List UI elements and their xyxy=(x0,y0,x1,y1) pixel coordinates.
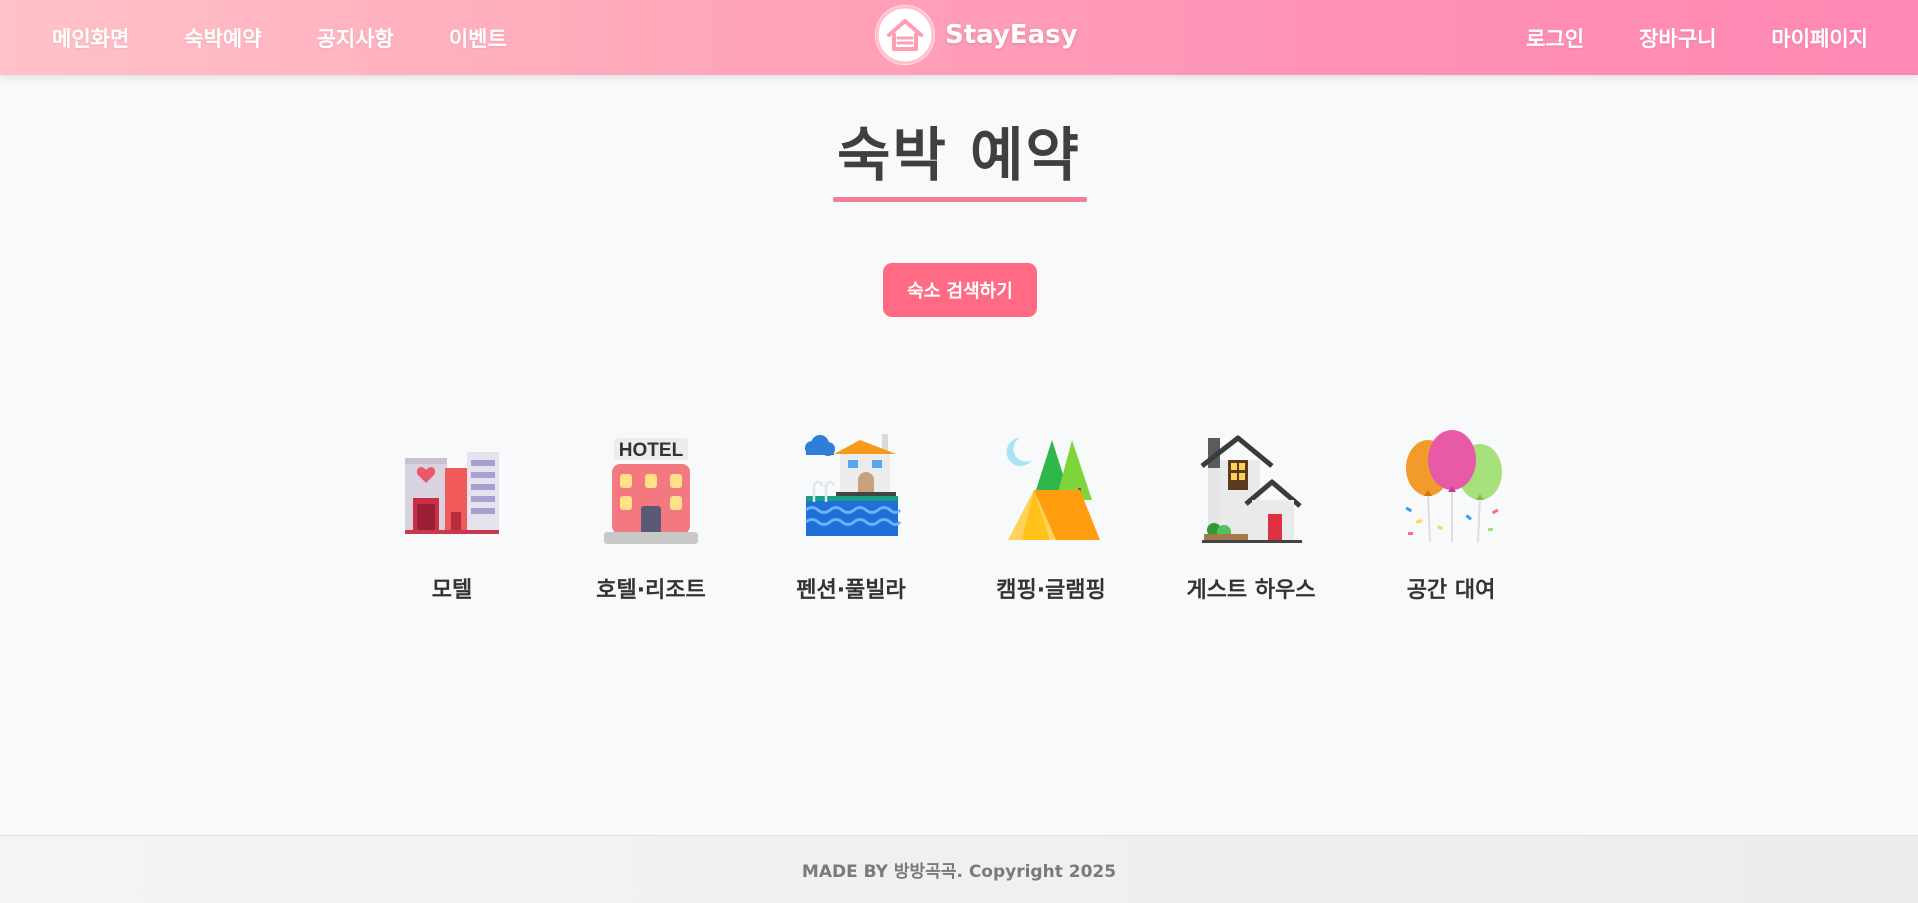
nav-home-link[interactable]: 메인화면 xyxy=(52,23,129,53)
category-label: 펜션·풀빌라 xyxy=(796,578,906,603)
category-hotel-resort[interactable]: HOTEL 호텔·리조트 xyxy=(561,430,741,604)
copyright-text: MADE BY 방방곡곡. Copyright 2025 xyxy=(801,862,1117,882)
nav-event-link[interactable]: 이벤트 xyxy=(449,23,507,53)
top-navbar: 메인화면 숙박예약 공지사항 이벤트 StayEasy 로그인 장바구니 마이페… xyxy=(0,0,1918,75)
category-space-rental[interactable]: 공간 대여 xyxy=(1361,430,1541,604)
house-logo-icon xyxy=(875,5,935,65)
page-title: 숙박 예약 xyxy=(837,121,1081,189)
category-guest-house[interactable]: 게스트 하우스 xyxy=(1161,430,1341,604)
category-label: 호텔·리조트 xyxy=(596,578,706,603)
footer: MADE BY 방방곡곡. Copyright 2025 xyxy=(0,835,1918,903)
category-camping-glamping[interactable]: 캠핑·글램핑 xyxy=(961,430,1141,604)
camping-tent-icon xyxy=(1006,438,1100,540)
nav-cart-link[interactable]: 장바구니 xyxy=(1639,23,1716,53)
category-label: 공간 대여 xyxy=(1406,578,1496,603)
guest-house-icon xyxy=(1200,435,1302,543)
category-pension-poolvilla[interactable]: 펜션·풀빌라 xyxy=(761,430,941,604)
nav-mypage-link[interactable]: 마이페이지 xyxy=(1771,23,1868,53)
search-accommodation-button[interactable]: 숙소 검색하기 xyxy=(883,263,1037,317)
title-underline xyxy=(833,197,1087,202)
nav-notice-link[interactable]: 공지사항 xyxy=(317,23,394,53)
pool-villa-icon xyxy=(805,434,902,536)
nav-login-link[interactable]: 로그인 xyxy=(1526,23,1584,53)
motel-icon xyxy=(405,452,499,534)
category-motel[interactable]: 모텔 xyxy=(362,430,542,604)
category-list: 모텔 HOTEL 호텔·리조트 펜션·풀빌라 캠핑·글램핑 게스트 하우스 공간… xyxy=(0,430,1918,610)
hotel-icon: HOTEL xyxy=(604,438,698,544)
brand-name: StayEasy xyxy=(945,20,1078,50)
nav-right: 로그인 장바구니 마이페이지 xyxy=(1471,0,1868,75)
nav-left: 메인화면 숙박예약 공지사항 이벤트 xyxy=(52,0,562,75)
brand-logo[interactable]: StayEasy xyxy=(875,4,1078,66)
category-label: 캠핑·글램핑 xyxy=(996,578,1106,603)
nav-reservation-link[interactable]: 숙박예약 xyxy=(184,23,261,53)
balloons-icon xyxy=(1405,430,1502,543)
hotel-sign-text: HOTEL xyxy=(619,440,684,461)
category-label: 모텔 xyxy=(431,578,473,603)
category-label: 게스트 하우스 xyxy=(1186,578,1316,603)
